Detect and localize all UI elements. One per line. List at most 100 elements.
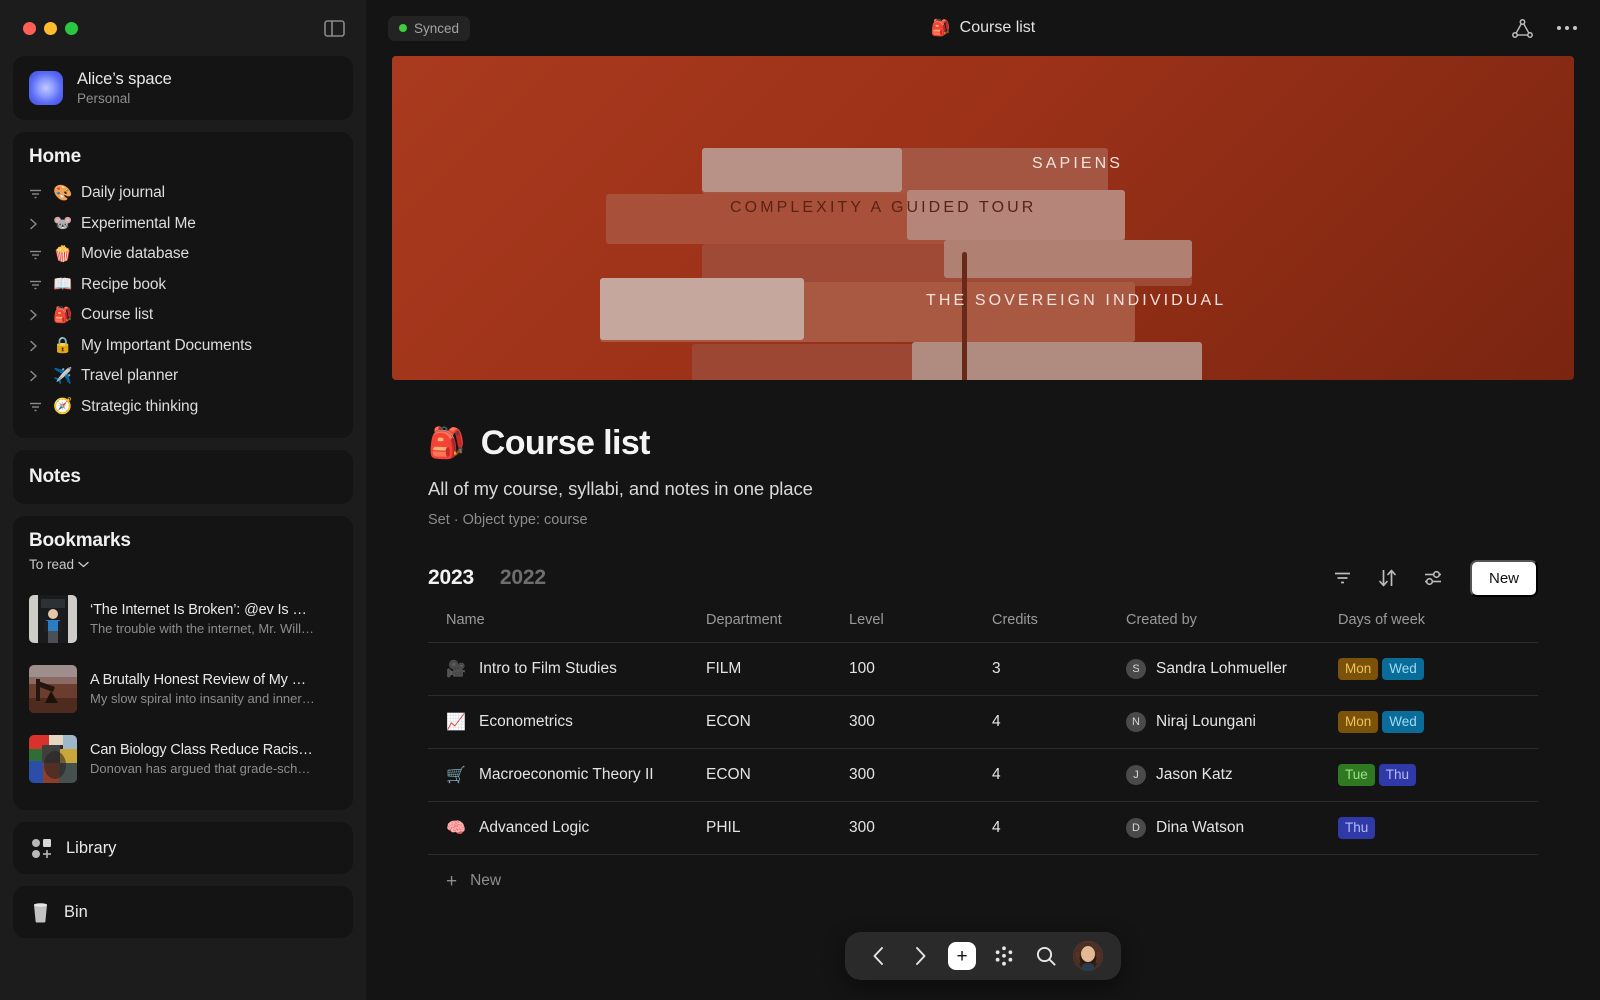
sidebar-item-my-important-documents[interactable]: 🔒 My Important Documents <box>29 331 337 362</box>
cell-created-by[interactable]: S Sandra Lohmueller <box>1126 642 1338 696</box>
cell-days-of-week[interactable]: Tue Thu <box>1338 748 1538 802</box>
chevron-right-icon[interactable] <box>29 309 53 321</box>
cell-department[interactable]: ECON <box>706 695 849 749</box>
back-button[interactable] <box>859 937 897 975</box>
sidebar-toggle-icon[interactable] <box>321 15 347 41</box>
sidebar-item-emoji: 🐭 <box>53 215 73 233</box>
cell-level[interactable]: 300 <box>849 801 992 855</box>
add-button[interactable]: + <box>943 937 981 975</box>
column-header-department[interactable]: Department <box>706 612 849 643</box>
search-button[interactable] <box>1027 937 1065 975</box>
sidebar-item-daily-journal[interactable]: 🎨 Daily journal <box>29 178 337 209</box>
bookmarks-title: Bookmarks <box>29 530 131 551</box>
more-options-icon[interactable] <box>1556 25 1578 31</box>
sidebar-item-label: Course list <box>81 306 154 324</box>
cell-days-of-week[interactable]: Mon Wed <box>1338 695 1538 749</box>
zoom-window-button[interactable] <box>65 21 78 35</box>
sidebar-item-emoji: 🍿 <box>53 245 73 263</box>
cell-credits[interactable]: 4 <box>992 801 1126 855</box>
sidebar-item-bin[interactable]: Bin <box>13 886 353 938</box>
forward-button[interactable] <box>901 937 939 975</box>
table-row[interactable]: 🛒 Macroeconomic Theory II ECON 300 4 J J… <box>428 748 1538 802</box>
cell-name[interactable]: 🎥 Intro to Film Studies <box>428 642 706 696</box>
sidebar-item-strategic-thinking[interactable]: 🧭 Strategic thinking <box>29 392 337 423</box>
sidebar-item-recipe-book[interactable]: 📖 Recipe book <box>29 270 337 301</box>
relations-graph-icon[interactable] <box>1511 18 1534 39</box>
cell-level[interactable]: 100 <box>849 642 992 696</box>
page-title-text[interactable]: Course list <box>481 424 651 463</box>
profile-button[interactable] <box>1069 937 1107 975</box>
column-header-days-of-week[interactable]: Days of week <box>1338 612 1538 643</box>
bookmarks-filter-label: To read <box>29 557 75 572</box>
view-settings-icon[interactable] <box>1423 569 1444 587</box>
cell-level[interactable]: 300 <box>849 695 992 749</box>
sidebar-item-label: My Important Documents <box>81 336 252 354</box>
home-nav-list: 🎨 Daily journal 🐭 Experimental Me 🍿 Movi… <box>29 178 337 422</box>
cell-department[interactable]: PHIL <box>706 801 849 855</box>
status-badge: Thu <box>1338 816 1376 840</box>
sidebar-item-experimental-me[interactable]: 🐭 Experimental Me <box>29 209 337 240</box>
cell-created-by[interactable]: D Dina Watson <box>1126 801 1338 855</box>
chevron-right-icon[interactable] <box>29 218 53 230</box>
cell-credits[interactable]: 3 <box>992 642 1126 696</box>
table-row[interactable]: 🎥 Intro to Film Studies FILM 100 3 S San… <box>428 642 1538 696</box>
cell-level[interactable]: 300 <box>849 748 992 802</box>
notes-title: Notes <box>29 466 81 487</box>
cell-created-by[interactable]: N Niraj Loungani <box>1126 695 1338 749</box>
column-header-created-by[interactable]: Created by <box>1126 612 1338 643</box>
cell-department[interactable]: ECON <box>706 748 849 802</box>
sidebar-item-travel-planner[interactable]: ✈️ Travel planner <box>29 361 337 392</box>
close-window-button[interactable] <box>23 21 36 35</box>
cell-credits[interactable]: 4 <box>992 695 1126 749</box>
traffic-lights <box>23 21 78 35</box>
space-switcher[interactable]: Alice’s space Personal <box>13 56 353 120</box>
list-item[interactable]: A Brutally Honest Review of My … My slow… <box>29 654 337 724</box>
cell-name[interactable]: 🧠 Advanced Logic <box>428 801 706 855</box>
notes-panel[interactable]: Notes <box>13 450 353 504</box>
status-badge[interactable]: Synced <box>388 15 471 41</box>
hero-book-title: THE SOVEREIGN INDIVIDUAL <box>926 292 1227 309</box>
table-row[interactable]: 🧠 Advanced Logic PHIL 300 4 D Dina Watso… <box>428 801 1538 855</box>
add-row-button[interactable]: + New <box>428 855 1538 907</box>
page-description[interactable]: All of my course, syllabi, and notes in … <box>428 478 1538 500</box>
view-actions: New <box>1333 559 1538 597</box>
cell-days-of-week[interactable]: Thu <box>1338 801 1538 855</box>
new-button[interactable]: New <box>1469 559 1538 597</box>
sidebar-item-library[interactable]: Library <box>13 822 353 874</box>
sidebar-item-movie-database[interactable]: 🍿 Movie database <box>29 239 337 270</box>
row-emoji: 🎥 <box>446 661 466 678</box>
bookmarks-filter[interactable]: To read <box>29 557 337 572</box>
chevron-right-icon[interactable] <box>29 370 53 382</box>
cell-days-of-week[interactable]: Mon Wed <box>1338 642 1538 696</box>
tab-2023[interactable]: 2023 <box>428 566 474 590</box>
minimize-window-button[interactable] <box>44 21 57 35</box>
list-item[interactable]: ‘The Internet Is Broken’: @ev Is … The t… <box>29 584 337 654</box>
sidebar-item-label: Travel planner <box>81 367 179 385</box>
sidebar-item-course-list[interactable]: 🎒 Course list <box>29 300 337 331</box>
page-title-emoji[interactable]: 🎒 <box>428 426 465 461</box>
header-title-emoji: 🎒 <box>930 20 951 37</box>
hero-book <box>944 240 1192 278</box>
column-header-level[interactable]: Level <box>849 612 992 643</box>
table-row[interactable]: 📈 Econometrics ECON 300 4 N Niraj Lounga… <box>428 695 1538 749</box>
table-wrapper: Name Department Level Credits Created by… <box>392 612 1574 907</box>
cell-name[interactable]: 🛒 Macroeconomic Theory II <box>428 748 706 802</box>
cell-department[interactable]: FILM <box>706 642 849 696</box>
cell-created-by[interactable]: J Jason Katz <box>1126 748 1338 802</box>
trash-icon <box>31 902 50 923</box>
page-meta: Set · Object type: course <box>428 512 588 528</box>
hero-book-title: SAPIENS <box>1032 155 1124 172</box>
bookmark-thumbnail <box>29 665 77 713</box>
list-item[interactable]: Can Biology Class Reduce Racis… Donovan … <box>29 724 337 794</box>
cell-name[interactable]: 📈 Econometrics <box>428 695 706 749</box>
sort-icon[interactable] <box>1378 568 1397 588</box>
app-window: Alice’s space Personal Home 🎨 Daily jour… <box>0 0 1600 1000</box>
view-toolbar: 2023 2022 New <box>392 558 1574 598</box>
cell-credits[interactable]: 4 <box>992 748 1126 802</box>
column-header-name[interactable]: Name <box>428 612 706 643</box>
tab-2022[interactable]: 2022 <box>500 566 546 590</box>
column-header-credits[interactable]: Credits <box>992 612 1126 643</box>
apps-button[interactable] <box>985 937 1023 975</box>
filter-icon[interactable] <box>1333 570 1352 586</box>
chevron-right-icon[interactable] <box>29 340 53 352</box>
